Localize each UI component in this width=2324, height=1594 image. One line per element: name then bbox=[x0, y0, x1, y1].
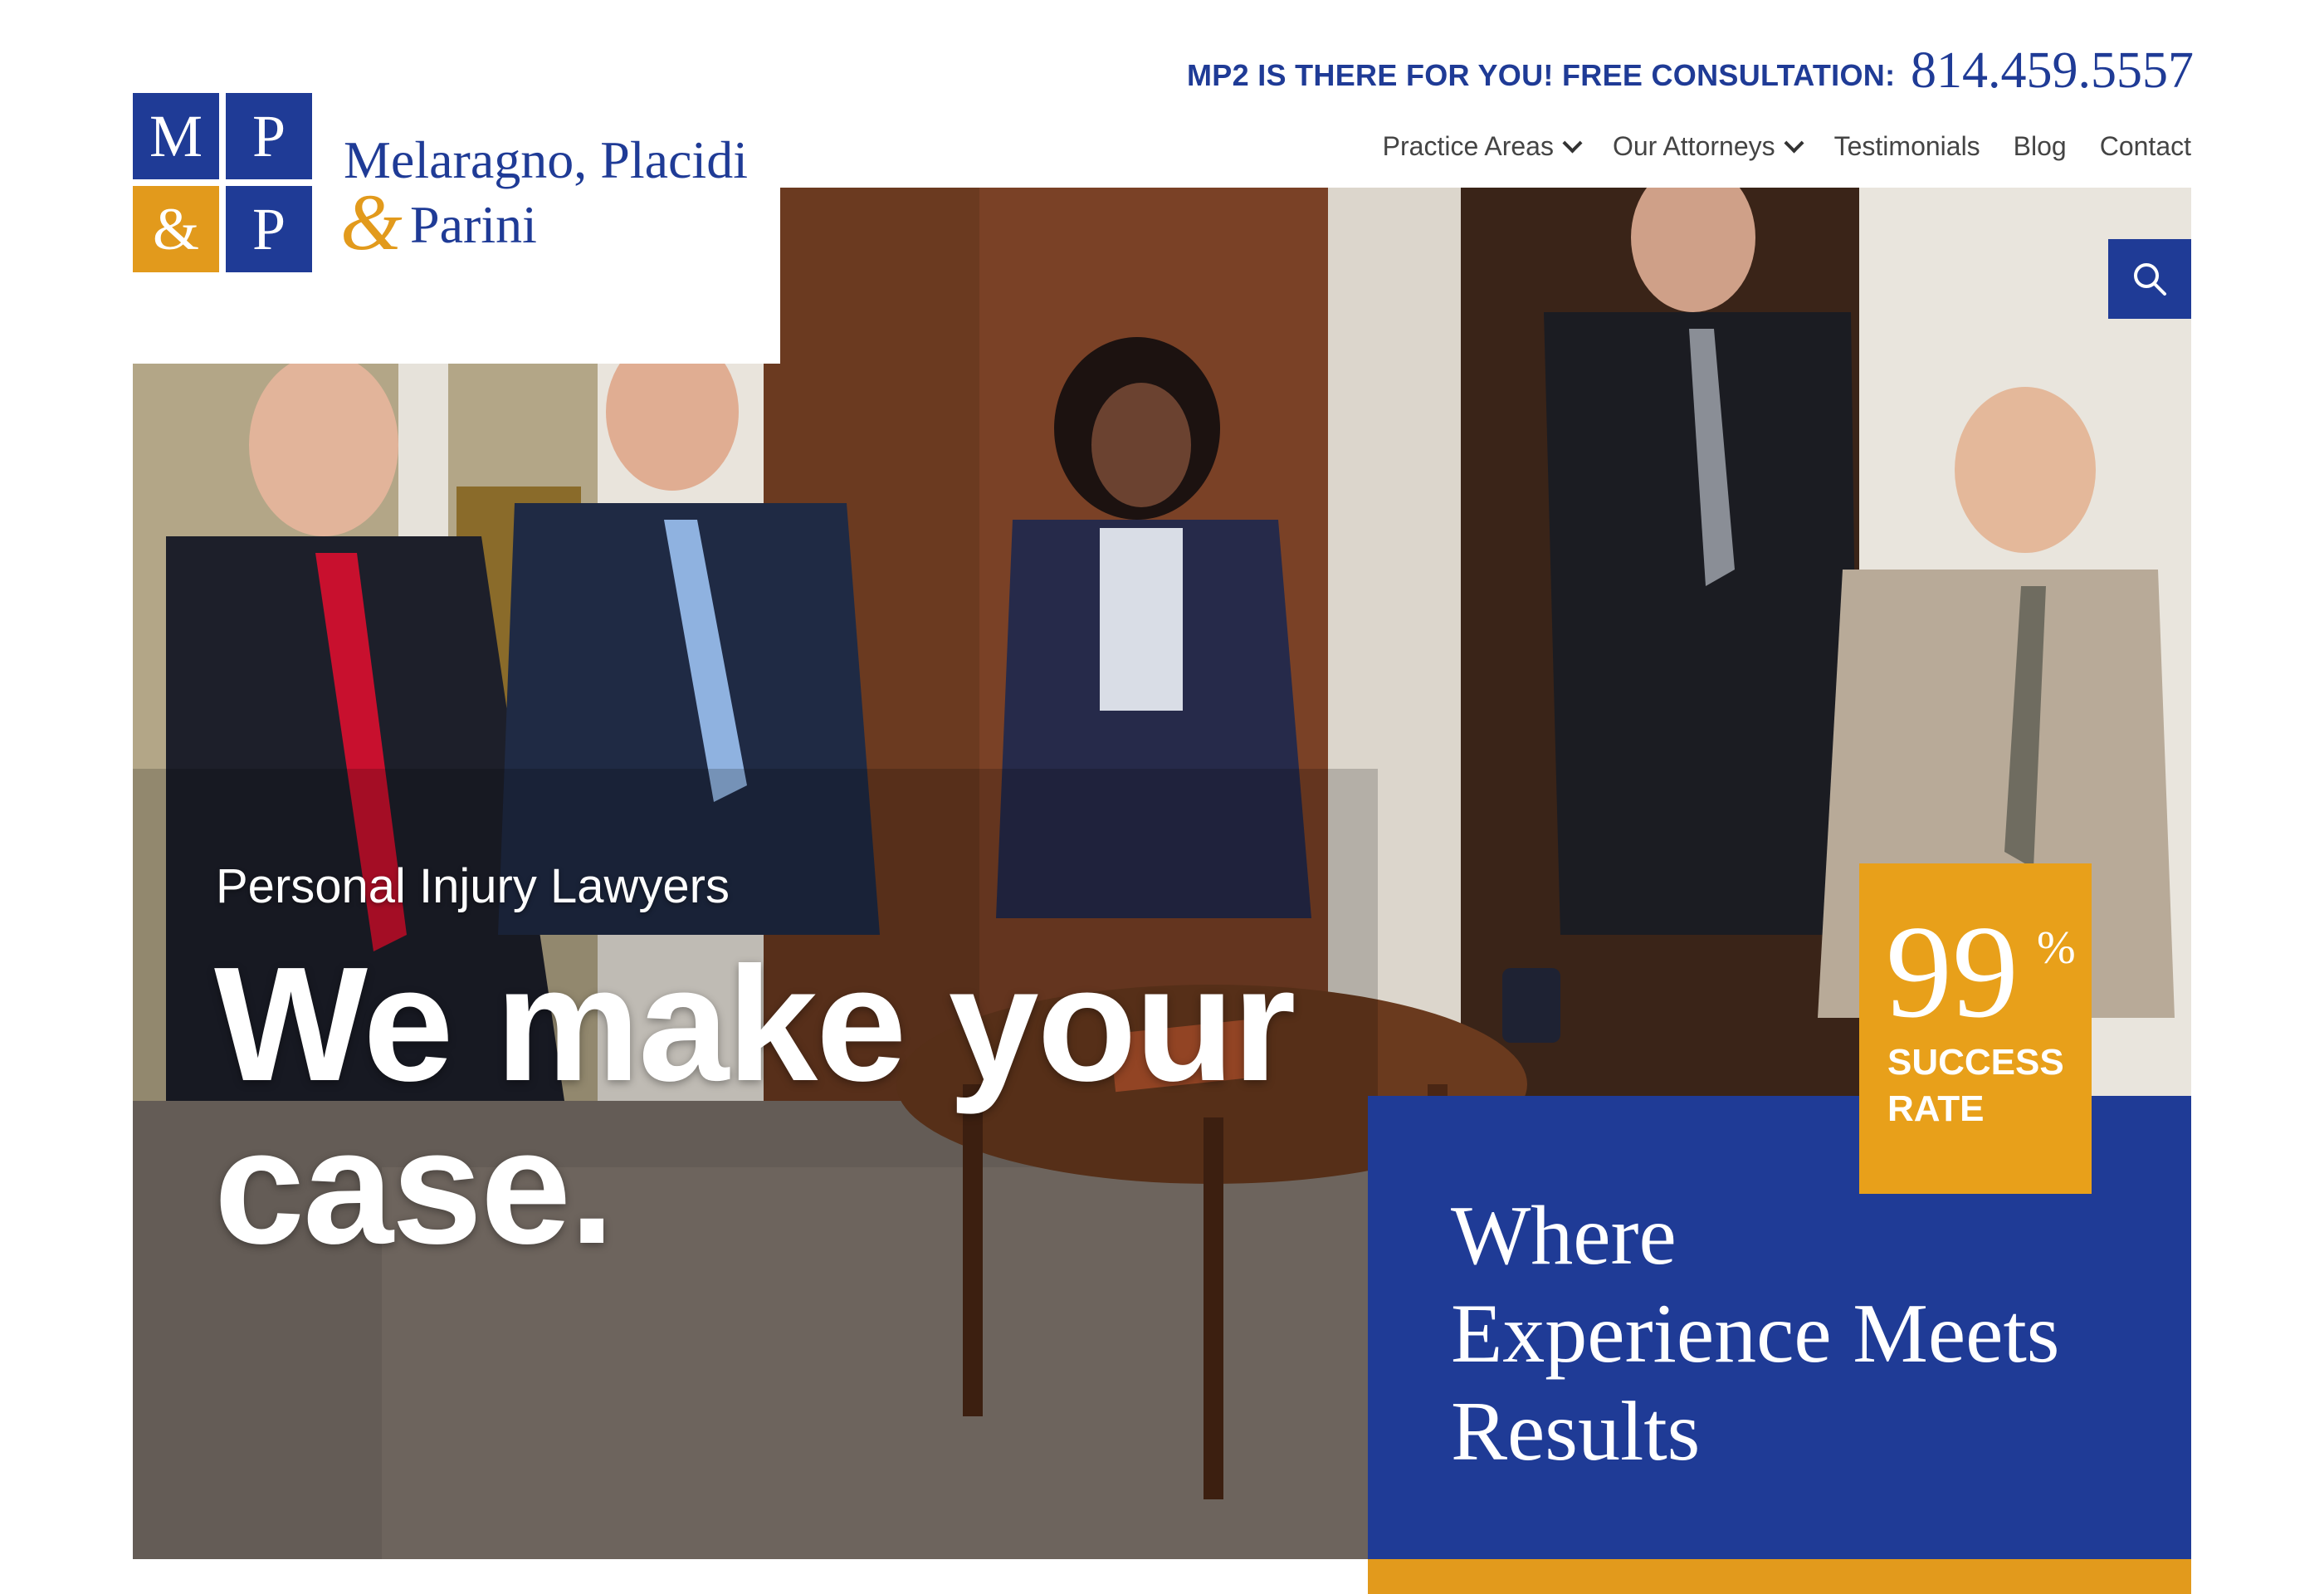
phone-number-link[interactable]: 814.459.5557 bbox=[1911, 42, 2194, 100]
firm-name-line2[interactable]: Parini bbox=[410, 194, 537, 256]
firm-logo[interactable]: M P & P bbox=[133, 93, 312, 272]
hero-headline-line2: case. bbox=[214, 1096, 614, 1278]
tagline-line1: Where bbox=[1451, 1189, 1677, 1283]
nav-item-practice-areas[interactable]: Practice Areas bbox=[1382, 131, 1583, 162]
logo-letter-amp: & bbox=[133, 186, 219, 272]
success-rate-number: 99 bbox=[1886, 897, 2019, 1045]
firm-name-ampersand: & bbox=[340, 178, 403, 266]
free-consultation-text: MP2 IS THERE FOR YOU! FREE CONSULTATION: bbox=[1187, 58, 1896, 92]
chevron-down-icon bbox=[1562, 133, 1583, 154]
nav-item-testimonials[interactable]: Testimonials bbox=[1834, 131, 1980, 162]
hero-headline-line1: We make your bbox=[214, 933, 1296, 1115]
hero-eyebrow: Personal Injury Lawyers bbox=[216, 859, 730, 913]
success-rate-percent: % bbox=[2037, 922, 2076, 974]
tagline-line3: Results bbox=[1451, 1385, 1701, 1479]
search-button[interactable] bbox=[2108, 239, 2191, 319]
tagline-text: Where Experience Meets Results bbox=[1451, 1187, 2059, 1481]
logo-letter-m: M bbox=[133, 93, 219, 179]
success-rate-label: SUCCESS RATE bbox=[1887, 1042, 2064, 1129]
nav-item-label: Contact bbox=[2099, 131, 2191, 161]
nav-item-our-attorneys[interactable]: Our Attorneys bbox=[1612, 131, 1804, 162]
tagline-line2: Experience Meets bbox=[1451, 1287, 2060, 1381]
success-rate-badge: 99 % SUCCESS RATE bbox=[1859, 863, 2092, 1194]
main-nav: Practice Areas Our Attorneys Testimonial… bbox=[1383, 131, 2191, 162]
nav-item-label: Testimonials bbox=[1833, 131, 1980, 161]
logo-letter-p2: P bbox=[226, 186, 312, 272]
nav-item-blog[interactable]: Blog bbox=[2014, 131, 2067, 162]
hero-headline: We make your case. bbox=[214, 933, 1296, 1278]
nav-item-label: Blog bbox=[2013, 131, 2067, 161]
firm-name-line1[interactable]: Melaragno, Placidi bbox=[344, 130, 748, 191]
nav-item-contact[interactable]: Contact bbox=[2100, 131, 2191, 162]
chevron-down-icon bbox=[1784, 133, 1804, 154]
nav-item-label: Our Attorneys bbox=[1612, 131, 1775, 161]
tagline-accent-bar bbox=[1368, 1559, 2191, 1594]
nav-item-label: Practice Areas bbox=[1382, 131, 1554, 161]
search-icon bbox=[2134, 263, 2166, 296]
logo-letter-p1: P bbox=[226, 93, 312, 179]
